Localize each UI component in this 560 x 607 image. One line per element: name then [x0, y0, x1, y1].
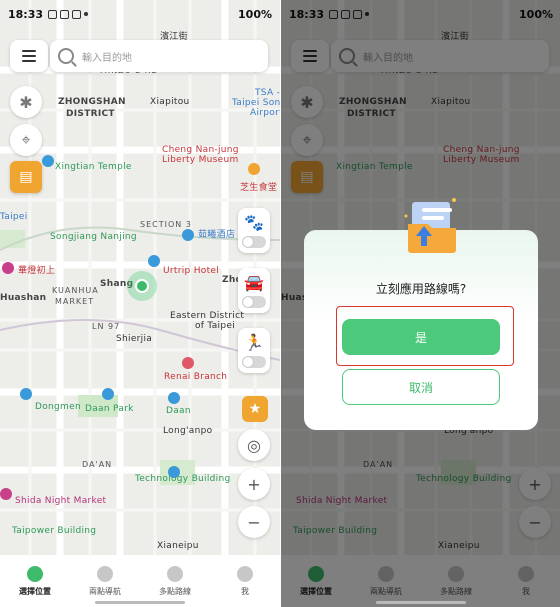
nav-label: 多點路線 — [159, 586, 191, 596]
favorite-star-icon[interactable]: ★ — [242, 396, 268, 422]
map-label: 芝生食堂 — [240, 183, 278, 193]
map-label: MARKET — [55, 297, 95, 306]
map-label: of Taipei — [195, 321, 236, 331]
folder-upload-icon — [404, 198, 456, 253]
zoom-out-button[interactable]: − — [238, 506, 270, 538]
locate-me-icon[interactable]: ◎ — [238, 429, 270, 461]
status-time: 18:33 — [8, 7, 44, 21]
map-label: Taipei Song — [232, 98, 280, 108]
home-indicator — [95, 601, 185, 604]
map-label: Daan Park — [85, 404, 134, 414]
map-label: Xianeipu — [157, 541, 199, 551]
metro-icon[interactable] — [148, 255, 160, 267]
bottom-nav: 選擇位置 兩點導航 多點路線 我 — [0, 555, 280, 607]
search-input[interactable]: 輸入目的地 — [50, 40, 268, 72]
home-indicator — [376, 601, 466, 604]
notification-icons — [48, 9, 89, 19]
map-label: Huashan — [0, 293, 47, 303]
metro-icon[interactable] — [168, 392, 180, 404]
mode-panel-cycle[interactable]: 🏃 — [238, 328, 270, 373]
map-label: Airport — [250, 108, 280, 118]
route-icon — [167, 565, 183, 582]
search-placeholder: 輸入目的地 — [82, 52, 132, 64]
metro-icon[interactable] — [182, 229, 194, 241]
map-screen-with-dialog: 濱江街 MINZU E RD ZHONGSHAN DISTRICT Xiapit… — [281, 0, 560, 607]
drive-mode-icon: 🚘 — [244, 273, 264, 292]
metro-icon[interactable] — [168, 466, 180, 478]
apply-route-dialog: 立刻應用路線嗎? 是 取消 — [304, 198, 538, 430]
location-pin-icon — [27, 565, 43, 582]
map-label: 茹曦酒店 — [198, 230, 236, 240]
paper-plane-icon — [97, 565, 113, 582]
nav-label: 選擇位置 — [19, 586, 51, 596]
shopping-icon[interactable] — [2, 262, 14, 274]
status-bar: 18:33 100% — [0, 0, 280, 28]
map-label: Xiapitou — [150, 97, 190, 107]
map-label: TSA - — [255, 88, 280, 98]
map-label: 華燈初上 — [18, 266, 56, 276]
zoom-in-button[interactable]: + — [238, 468, 270, 500]
cycle-mode-icon: 🏃 — [244, 333, 264, 352]
map-label: SECTION 3 — [140, 220, 192, 229]
metro-icon[interactable] — [20, 388, 32, 400]
hospital-icon[interactable] — [182, 357, 194, 369]
metro-icon[interactable] — [102, 388, 114, 400]
map-label: LN 97 — [92, 322, 121, 331]
metro-icon[interactable] — [42, 155, 54, 167]
status-right: 100% — [238, 8, 272, 21]
menu-button[interactable] — [10, 40, 48, 72]
map-label: Shida Night Market — [15, 496, 107, 506]
location-pin-icon[interactable]: ⌖ — [10, 124, 42, 156]
map-label: Liberty Museum — [162, 155, 239, 165]
map-label: Shierjia — [116, 334, 153, 344]
map-label: Taipower Building — [12, 526, 97, 536]
map-label: KUANHUA — [52, 286, 99, 295]
person-icon — [237, 565, 253, 582]
map-label: DISTRICT — [66, 109, 115, 119]
map-label: Cheng Nan-jung — [162, 145, 239, 155]
map-label: Long'anpo — [163, 426, 213, 436]
map-screen: 濱江街 MINZU E RD ZHONGSHAN DISTRICT Xiapit… — [0, 0, 280, 607]
dialog-title: 立刻應用路線嗎? — [375, 282, 467, 296]
confirm-button[interactable]: 是 — [342, 319, 500, 355]
current-location-marker[interactable] — [127, 271, 157, 301]
map-label: Eastern District — [170, 311, 245, 321]
map-label: Renai Branch — [164, 372, 228, 382]
mode-panel-walk[interactable]: 🐾 — [238, 208, 270, 253]
map-label: Daan — [166, 406, 191, 416]
nav-label: 兩點導航 — [89, 586, 121, 596]
nav-item-multi-point[interactable]: 多點路線 — [140, 555, 210, 607]
nav-item-me[interactable]: 我 — [210, 555, 280, 607]
snowflake-icon[interactable]: ✱ — [10, 86, 42, 118]
nav-label: 我 — [241, 586, 249, 596]
map-label: Technology Building — [135, 474, 231, 484]
cancel-button[interactable]: 取消 — [342, 369, 500, 405]
walk-mode-toggle[interactable] — [242, 236, 266, 248]
map-label: ZHONGSHAN — [58, 97, 126, 107]
map-label: Songjiang Nanjing — [50, 232, 137, 242]
shopping-icon[interactable] — [0, 488, 12, 500]
mode-panel-drive[interactable]: 🚘 — [238, 268, 270, 313]
restaurant-icon[interactable] — [248, 163, 260, 175]
map-label: Taipei — [0, 212, 28, 222]
drive-mode-toggle[interactable] — [242, 296, 266, 308]
walk-mode-icon: 🐾 — [244, 213, 264, 232]
folder-icon[interactable]: ▤ — [10, 161, 42, 193]
map-label: Urtrip Hotel — [163, 266, 220, 276]
map-label: Dongmen — [35, 402, 81, 412]
nav-item-two-point[interactable]: 兩點導航 — [70, 555, 140, 607]
search-icon — [58, 48, 74, 64]
nav-item-select-location[interactable]: 選擇位置 — [0, 555, 70, 607]
battery-percent: 100% — [238, 7, 272, 21]
map-label: Xingtian Temple — [55, 162, 132, 172]
map-label: DA'AN — [82, 460, 113, 469]
cycle-mode-toggle[interactable] — [242, 356, 266, 368]
